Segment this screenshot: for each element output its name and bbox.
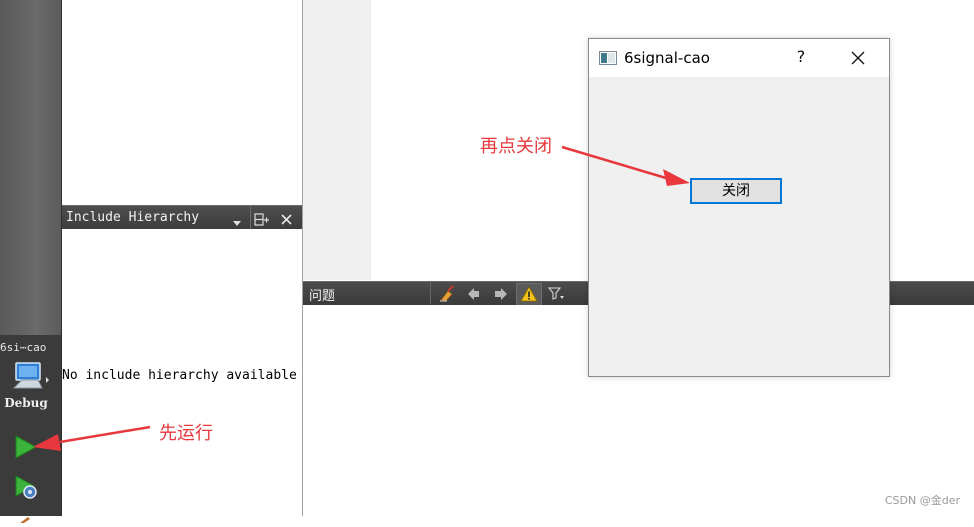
include-hierarchy-body: No include hierarchy available — [62, 229, 303, 516]
watermark: CSDN @金der — [884, 494, 960, 507]
header-divider — [250, 206, 251, 229]
kit-selector-label[interactable]: 6si⋯cao — [0, 341, 61, 354]
clear-icon[interactable] — [438, 285, 456, 306]
debug-run-button[interactable] — [13, 474, 41, 502]
close-icon — [851, 51, 865, 65]
build-icon — [20, 517, 30, 523]
close-button[interactable]: 关闭 — [690, 178, 782, 204]
dialog-titlebar[interactable]: 6signal-cao ? — [589, 39, 889, 77]
dialog-close-button[interactable] — [844, 44, 872, 72]
annotation-run-first: 先运行 — [159, 423, 213, 444]
editor-gutter — [303, 0, 371, 280]
header-divider — [430, 282, 431, 304]
filter-icon[interactable] — [547, 286, 566, 305]
next-icon[interactable] — [494, 286, 508, 305]
build-mode-label: Debug — [4, 396, 48, 410]
split-icon[interactable] — [254, 211, 270, 230]
project-pane — [62, 0, 303, 205]
issues-title: 问题 — [309, 289, 336, 304]
run-icon — [15, 435, 38, 459]
prev-icon[interactable] — [467, 286, 481, 305]
debug-run-icon — [15, 475, 37, 499]
empty-hierarchy-text: No include hierarchy available — [62, 368, 297, 383]
kit-selector[interactable] — [10, 360, 50, 392]
close-icon[interactable] — [280, 211, 293, 230]
dialog-title: 6signal-cao — [624, 49, 710, 67]
build-button[interactable] — [16, 508, 40, 523]
app-dialog: 6signal-cao ? 关闭 — [588, 38, 890, 377]
include-hierarchy-title[interactable]: Include Hierarchy — [66, 210, 199, 225]
warning-icon — [520, 286, 538, 302]
app-window-icon — [599, 50, 617, 69]
help-button[interactable]: ? — [791, 47, 811, 66]
include-hierarchy-header: Include Hierarchy — [62, 205, 303, 231]
monitor-icon — [12, 362, 49, 389]
annotation-click-close: 再点关闭 — [480, 136, 552, 157]
warning-filter-toggle[interactable] — [516, 283, 542, 306]
run-button[interactable] — [13, 434, 39, 460]
